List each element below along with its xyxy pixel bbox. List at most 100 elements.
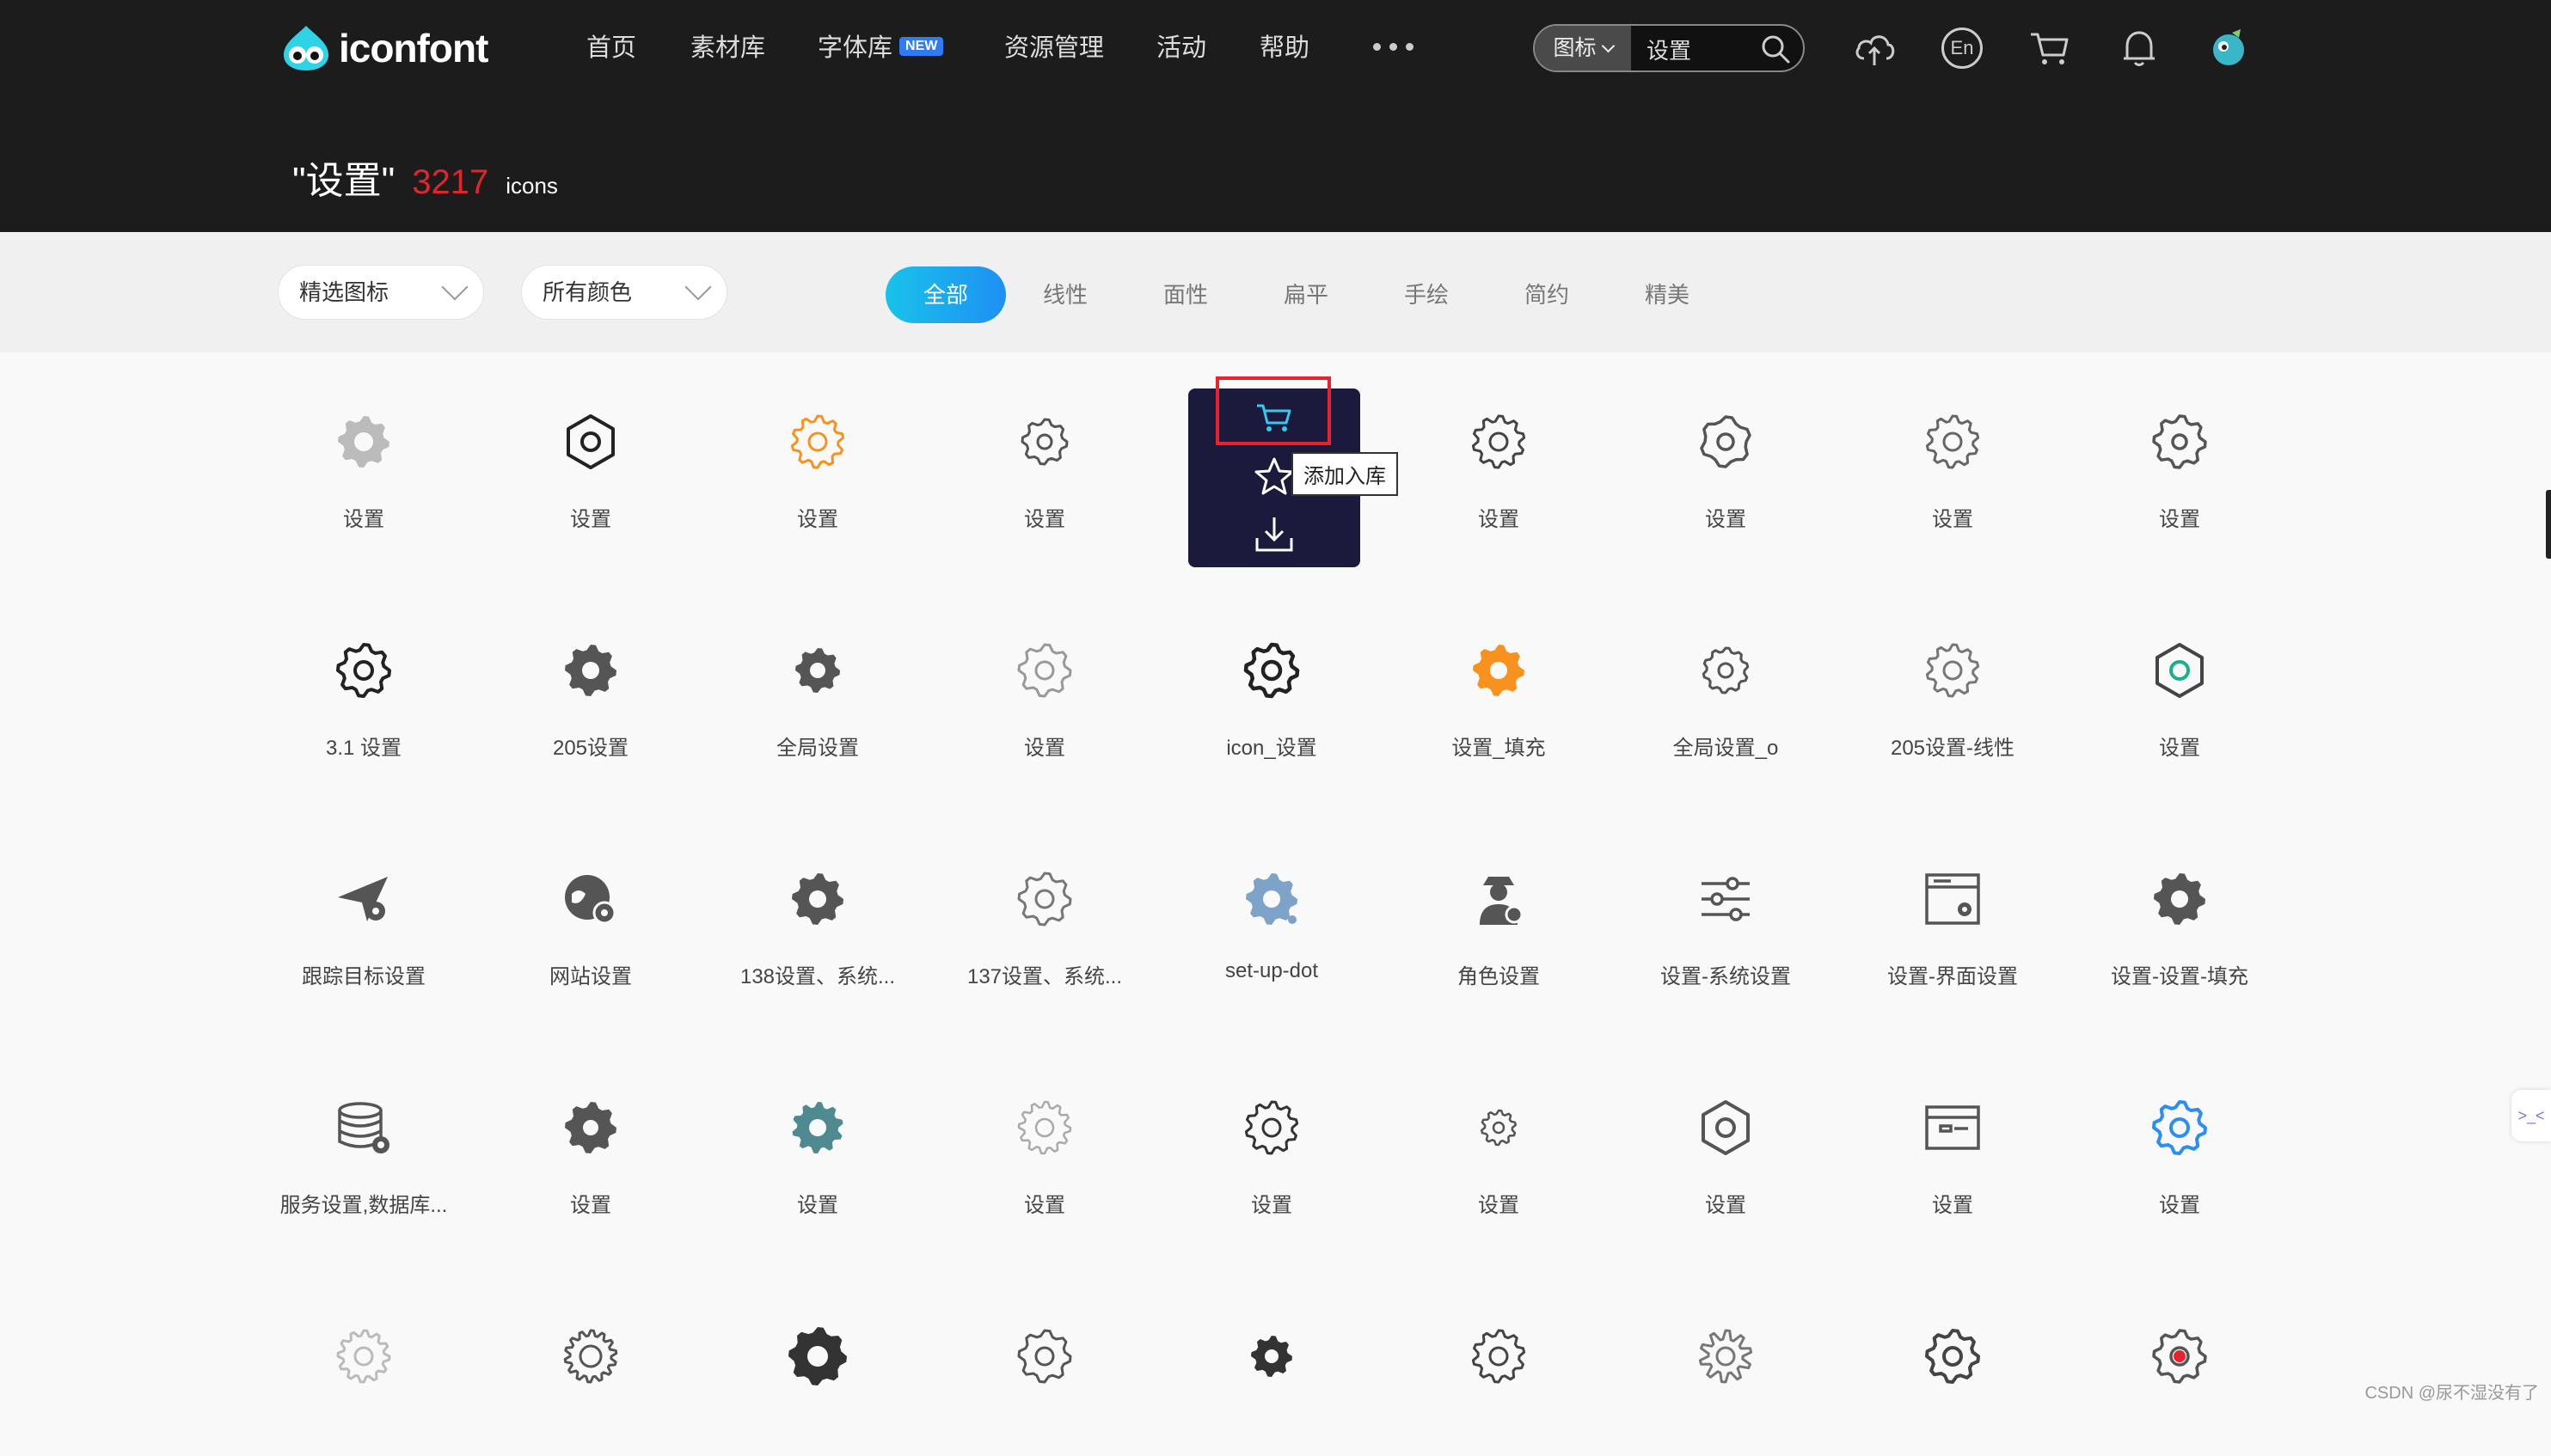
icon-card[interactable]: 设置 bbox=[2066, 352, 2293, 541]
icon-card[interactable] bbox=[477, 1267, 704, 1456]
tab-simple[interactable]: 简约 bbox=[1524, 266, 1570, 323]
icon-card[interactable]: 设置 bbox=[477, 1038, 704, 1227]
icon-card[interactable]: 设置 bbox=[2066, 1038, 2293, 1227]
gear-settings-icon bbox=[2149, 1325, 2211, 1387]
tab-flat[interactable]: 扁平 bbox=[1283, 266, 1329, 323]
nav-home[interactable]: 首页 bbox=[586, 26, 636, 70]
highlight-box bbox=[1216, 376, 1331, 445]
icon-name-label: 设置 bbox=[2159, 1194, 2200, 1217]
icon-name-label: 3.1 设置 bbox=[325, 737, 402, 760]
bell-icon[interactable] bbox=[2117, 26, 2162, 70]
icon-card[interactable]: 设置 bbox=[1612, 352, 1839, 541]
gear-settings-icon bbox=[1695, 1097, 1757, 1159]
icon-name-label: 设置 bbox=[1705, 1194, 1746, 1217]
icon-card[interactable] bbox=[1839, 1267, 2066, 1456]
icon-name-label: 设置 bbox=[1024, 737, 1065, 760]
gear-settings-icon bbox=[1922, 868, 1984, 930]
icon-card[interactable]: icon_设置 bbox=[1158, 581, 1385, 770]
icon-card[interactable]: 设置 bbox=[2066, 581, 2293, 770]
icon-card[interactable]: 跟踪目标设置 bbox=[250, 810, 477, 999]
gear-settings-icon bbox=[787, 639, 849, 701]
search-type-select[interactable]: 图标 bbox=[1535, 26, 1631, 70]
color-filter-dropdown[interactable]: 所有颜色 bbox=[521, 265, 727, 320]
icon-card[interactable]: 角色设置 bbox=[1385, 810, 1612, 999]
icon-name-label: 设置 bbox=[1251, 1194, 1292, 1217]
icon-card[interactable]: 设置_填充 bbox=[1385, 581, 1612, 770]
icon-card[interactable] bbox=[704, 1267, 931, 1456]
icon-card[interactable] bbox=[1385, 1267, 1612, 1456]
upload-cloud-icon[interactable] bbox=[1852, 26, 1897, 70]
gear-settings-icon bbox=[1014, 411, 1076, 473]
side-feedback-widget[interactable]: >_< bbox=[2511, 1090, 2551, 1141]
nav-activities[interactable]: 活动 bbox=[1156, 26, 1206, 70]
icon-card[interactable]: 设置-系统设置 bbox=[1612, 810, 1839, 999]
tab-handdrawn[interactable]: 手绘 bbox=[1403, 266, 1450, 323]
icon-card[interactable]: 全局设置_o bbox=[1612, 581, 1839, 770]
search-result-title: "设置" 3217 icons bbox=[292, 150, 558, 205]
icon-name-label: 设置 bbox=[1024, 508, 1065, 531]
tab-filled[interactable]: 面性 bbox=[1162, 266, 1209, 323]
icon-card[interactable]: 网站设置 bbox=[477, 810, 704, 999]
iconfont-logo[interactable]: iconfont bbox=[280, 24, 488, 72]
icon-card[interactable]: 设置 bbox=[931, 352, 1158, 541]
user-avatar[interactable] bbox=[2206, 26, 2251, 70]
gear-settings-icon bbox=[1014, 868, 1076, 930]
cart-icon[interactable] bbox=[2027, 26, 2072, 70]
icon-card[interactable]: 138设置、系统... bbox=[704, 810, 931, 999]
gear-settings-icon bbox=[1014, 1097, 1076, 1159]
icon-card[interactable]: 设置 bbox=[931, 1038, 1158, 1227]
download-icon[interactable] bbox=[1250, 511, 1298, 559]
gear-settings-icon bbox=[1241, 1325, 1303, 1387]
language-en-icon[interactable]: En bbox=[1941, 28, 1983, 69]
icon-card[interactable]: 全局设置 bbox=[704, 581, 931, 770]
icon-card[interactable] bbox=[1158, 1267, 1385, 1456]
gear-settings-icon bbox=[1695, 411, 1757, 473]
icon-card[interactable]: 设置 bbox=[704, 352, 931, 541]
gear-settings-icon bbox=[1014, 639, 1076, 701]
nav-materials[interactable]: 素材库 bbox=[690, 26, 765, 70]
icon-card[interactable]: 205设置 bbox=[477, 581, 704, 770]
gear-settings-icon bbox=[1468, 639, 1530, 701]
icon-card[interactable]: 设置 bbox=[1839, 352, 2066, 541]
more-menu-icon[interactable] bbox=[1373, 43, 1413, 51]
search-box: 图标 bbox=[1533, 24, 1805, 72]
icon-card[interactable]: 服务设置,数据库... bbox=[250, 1038, 477, 1227]
gear-settings-icon bbox=[1241, 868, 1303, 930]
logo-mascot-icon bbox=[284, 26, 328, 70]
icon-card[interactable]: set-up-dot bbox=[1158, 810, 1385, 999]
icon-card[interactable]: 设置 bbox=[477, 352, 704, 541]
icon-card[interactable]: 设置 bbox=[1385, 1038, 1612, 1227]
icon-card[interactable] bbox=[2066, 1267, 2293, 1456]
icon-card[interactable]: 设置-界面设置 bbox=[1839, 810, 2066, 999]
icon-card[interactable]: 设置 bbox=[1612, 1038, 1839, 1227]
tab-all[interactable]: 全部 bbox=[886, 266, 1006, 323]
nav-help[interactable]: 帮助 bbox=[1260, 26, 1309, 70]
icon-card[interactable]: 设置 bbox=[1385, 352, 1612, 541]
icon-card[interactable]: 137设置、系统... bbox=[931, 810, 1158, 999]
icon-card[interactable]: 设置-设置-填充 bbox=[2066, 810, 2293, 999]
nav-fonts[interactable]: 字体库 NEW bbox=[818, 26, 944, 70]
icon-name-label: 设置 bbox=[1932, 508, 1973, 531]
gear-settings-icon bbox=[787, 1097, 849, 1159]
icon-name-label: 设置 bbox=[570, 508, 611, 531]
icon-card[interactable] bbox=[931, 1267, 1158, 1456]
gear-settings-icon bbox=[1922, 639, 1984, 701]
icon-card[interactable]: 设置 bbox=[1158, 1038, 1385, 1227]
nav-resources[interactable]: 资源管理 bbox=[1004, 26, 1104, 70]
tab-exquisite[interactable]: 精美 bbox=[1644, 266, 1690, 323]
icon-card[interactable]: 设置 bbox=[250, 352, 477, 541]
gear-settings-icon bbox=[1468, 1097, 1530, 1159]
featured-filter-dropdown[interactable]: 精选图标 bbox=[278, 265, 484, 320]
search-input[interactable] bbox=[1645, 31, 1760, 67]
icon-card[interactable]: 3.1 设置 bbox=[250, 581, 477, 770]
icon-card[interactable] bbox=[250, 1267, 477, 1456]
icon-card[interactable]: 设置 bbox=[931, 581, 1158, 770]
chevron-down-icon bbox=[684, 273, 712, 301]
icon-card[interactable]: 205设置-线性 bbox=[1839, 581, 2066, 770]
icon-card[interactable]: 设置 bbox=[1839, 1038, 2066, 1227]
icon-card[interactable] bbox=[1612, 1267, 1839, 1456]
icon-card[interactable]: 设置 bbox=[704, 1038, 931, 1227]
search-icon[interactable] bbox=[1760, 34, 1791, 64]
gear-settings-icon bbox=[787, 1325, 849, 1387]
tab-linear[interactable]: 线性 bbox=[1042, 266, 1088, 323]
